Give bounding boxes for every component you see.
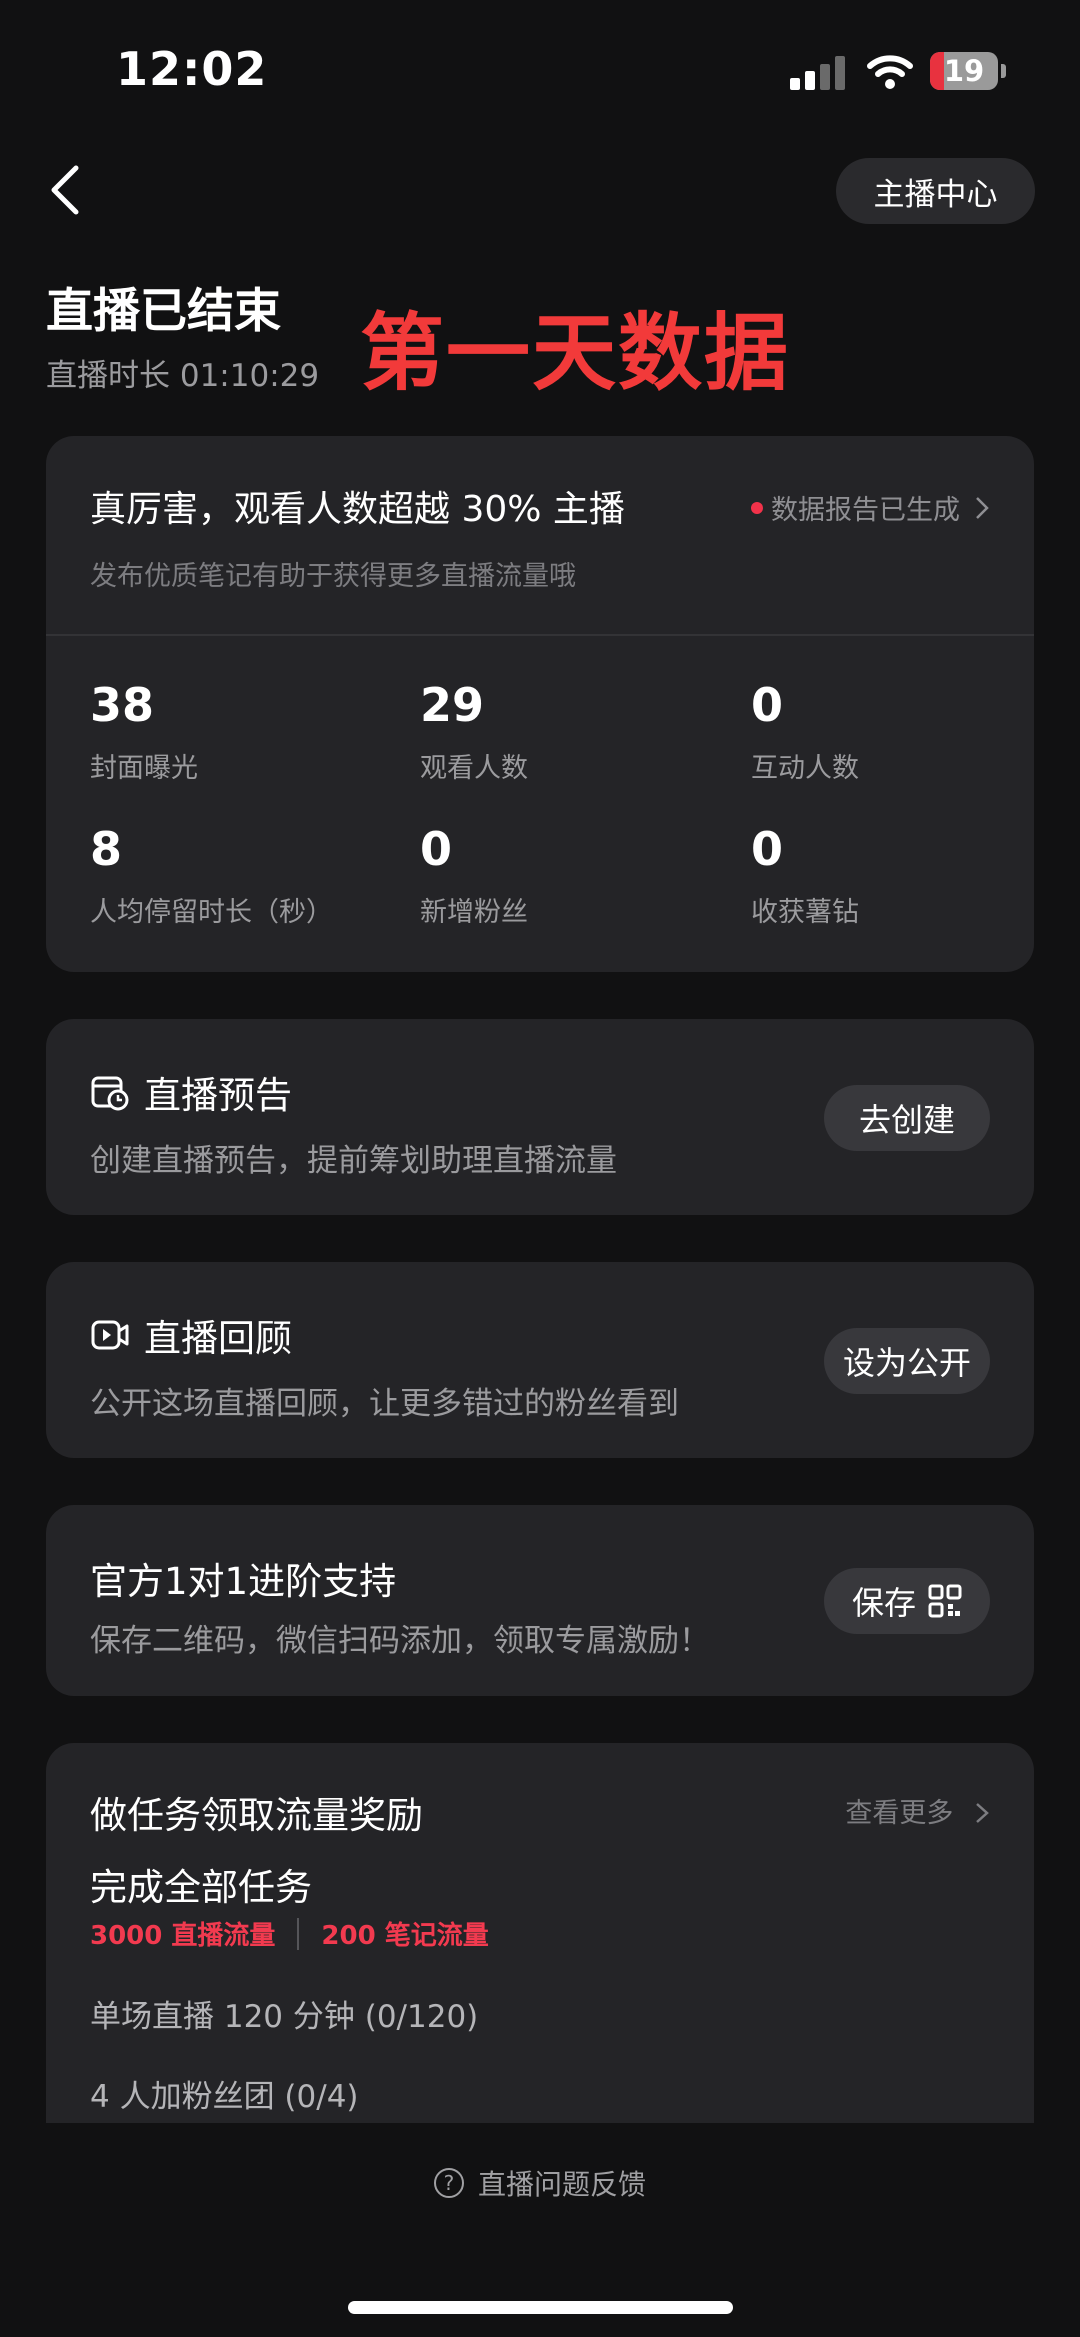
official-support-card: 官方1对1进阶支持 保存二维码，微信扫码添加，领取专属激励！ 保存 <box>46 1505 1034 1696</box>
set-public-button[interactable]: 设为公开 <box>824 1328 990 1394</box>
rewards-row: 3000 直播流量 200 笔记流量 <box>90 1915 489 1952</box>
live-preview-title: 直播预告 <box>90 1065 292 1119</box>
feedback-label: 直播问题反馈 <box>477 2168 646 2201</box>
tasks-card: 做任务领取流量奖励 查看更多 完成全部任务 3000 直播流量 200 笔记流量… <box>46 1743 1034 2123</box>
question-icon: ? <box>433 2168 464 2198</box>
stat-item: 38 封面曝光 <box>90 678 410 785</box>
stat-value: 38 <box>90 678 155 732</box>
chevron-right-icon <box>976 496 989 519</box>
stat-label: 人均停留时长（秒） <box>90 897 333 928</box>
summary-headline: 真厉害，观看人数超越 30% 主播 <box>90 489 625 530</box>
battery-icon: 19 <box>930 52 998 90</box>
stat-value: 0 <box>751 678 784 732</box>
calendar-clock-icon <box>91 1076 129 1111</box>
cellular-signal-icon <box>790 56 846 90</box>
report-link-label: 数据报告已生成 <box>771 495 960 526</box>
official-support-title: 官方1对1进阶支持 <box>90 1560 397 1603</box>
live-replay-title: 直播回顾 <box>90 1308 292 1362</box>
battery-level: 19 <box>943 54 985 88</box>
feedback-link[interactable]: ? 直播问题反馈 <box>0 2163 1080 2203</box>
live-replay-desc: 公开这场直播回顾，让更多错过的粉丝看到 <box>90 1386 679 1422</box>
task-item: 4 人加粉丝团 (0/4) <box>90 2079 359 2115</box>
reward-separator <box>297 1917 300 1950</box>
status-time: 12:02 <box>116 42 268 96</box>
tasks-title: 做任务领取流量奖励 <box>90 1794 423 1837</box>
stat-item: 29 观看人数 <box>420 678 740 785</box>
stat-label: 互动人数 <box>751 753 859 784</box>
view-more-label: 查看更多 <box>845 1798 954 1829</box>
stat-value: 0 <box>420 822 453 876</box>
back-arrow-icon[interactable] <box>44 160 88 220</box>
stat-value: 0 <box>751 822 784 876</box>
battery-cap <box>1001 64 1006 78</box>
stat-item: 0 收获薯钻 <box>751 822 1071 929</box>
task-item: 单场直播 120 分钟 (0/120) <box>90 1999 479 2035</box>
stat-label: 收获薯钻 <box>751 897 859 928</box>
official-support-desc: 保存二维码，微信扫码添加，领取专属激励！ <box>90 1623 710 1659</box>
create-preview-button[interactable]: 去创建 <box>824 1085 990 1151</box>
stat-item: 8 人均停留时长（秒） <box>90 822 410 929</box>
stat-label: 新增粉丝 <box>420 897 528 928</box>
stat-item: 0 新增粉丝 <box>420 822 740 929</box>
report-link[interactable]: 数据报告已生成 <box>751 488 990 527</box>
chevron-right-icon <box>976 1803 989 1823</box>
unread-dot <box>751 501 763 514</box>
reward-note-traffic: 200 笔记流量 <box>321 1921 489 1951</box>
wifi-icon <box>867 55 913 89</box>
stat-value: 29 <box>420 678 485 732</box>
overlay-caption: 第一天数据 <box>360 304 791 402</box>
stat-label: 封面曝光 <box>90 753 198 784</box>
stat-item: 0 互动人数 <box>751 678 1071 785</box>
view-more-link[interactable]: 查看更多 <box>845 1791 990 1830</box>
reward-live-traffic: 3000 直播流量 <box>90 1921 276 1951</box>
home-indicator[interactable] <box>348 2301 733 2314</box>
live-replay-card: 直播回顾 公开这场直播回顾，让更多错过的粉丝看到 设为公开 <box>46 1262 1034 1458</box>
summary-subtext: 发布优质笔记有助于获得更多直播流量哦 <box>90 561 576 592</box>
live-preview-card: 直播预告 创建直播预告，提前筹划助理直播流量 去创建 <box>46 1019 1034 1215</box>
save-qrcode-label: 保存 <box>851 1584 916 1622</box>
live-preview-desc: 创建直播预告，提前筹划助理直播流量 <box>90 1143 617 1179</box>
summary-card: 真厉害，观看人数超越 30% 主播 数据报告已生成 发布优质笔记有助于获得更多直… <box>46 436 1034 972</box>
stat-value: 8 <box>90 822 123 876</box>
page-title: 直播已结束 <box>46 284 281 339</box>
live-duration: 直播时长 01:10:29 <box>46 358 320 394</box>
anchor-center-button[interactable]: 主播中心 <box>836 158 1035 224</box>
divider <box>46 634 1034 636</box>
all-tasks-title: 完成全部任务 <box>90 1866 312 1909</box>
video-play-icon <box>91 1320 129 1350</box>
stat-label: 观看人数 <box>420 753 528 784</box>
save-qrcode-button[interactable]: 保存 <box>824 1568 990 1634</box>
qrcode-icon <box>928 1584 962 1618</box>
live-replay-title-text: 直播回顾 <box>144 1317 292 1360</box>
live-preview-title-text: 直播预告 <box>144 1074 292 1117</box>
screen: 12:02 19 主播中心 直播已结束 直播时长 01:10:29 第一天数据 … <box>0 0 1080 2337</box>
